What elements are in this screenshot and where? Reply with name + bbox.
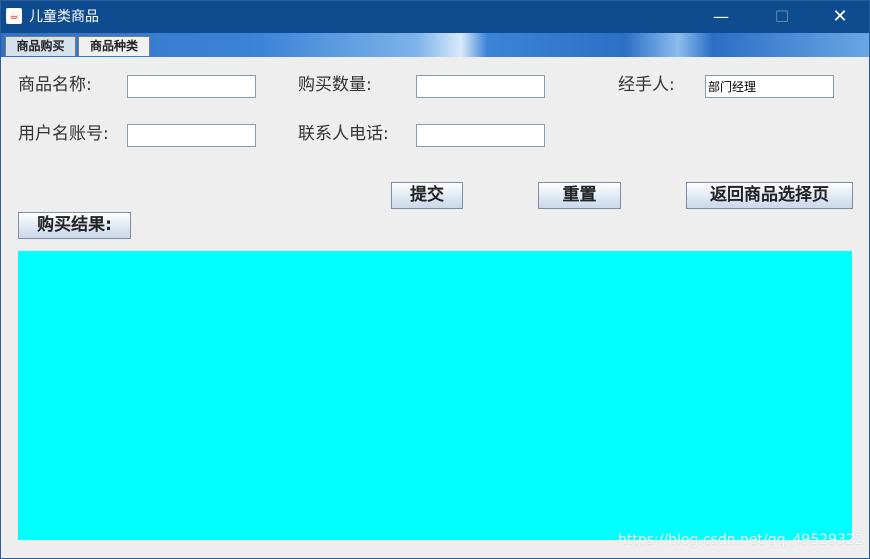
username-label: 用户名账号: xyxy=(18,124,109,144)
handler-input[interactable] xyxy=(705,75,834,98)
minimize-button[interactable]: — xyxy=(698,1,744,33)
reset-button[interactable]: 重置 xyxy=(538,182,621,209)
purchase-result-button[interactable]: 购买结果: xyxy=(18,212,131,239)
phone-label: 联系人电话: xyxy=(298,124,389,144)
watermark-text: https://blog.csdn.net/qq_49529322 xyxy=(618,532,864,548)
handler-label: 经手人: xyxy=(618,75,675,95)
phone-input[interactable] xyxy=(416,124,545,147)
product-name-input[interactable] xyxy=(127,75,256,98)
maximize-button[interactable]: ☐ xyxy=(759,1,805,33)
product-name-label: 商品名称: xyxy=(18,75,92,95)
close-button[interactable]: ✕ xyxy=(817,1,863,33)
java-cup-icon: ☕ xyxy=(6,8,22,24)
submit-button[interactable]: 提交 xyxy=(391,182,463,209)
tab-strip: 商品购买 商品种类 xyxy=(1,33,869,57)
quantity-label: 购买数量: xyxy=(298,75,372,95)
back-to-product-selection-button[interactable]: 返回商品选择页 xyxy=(686,182,853,209)
title-bar[interactable]: ☕ 儿童类商品 — ☐ ✕ xyxy=(1,1,869,33)
quantity-input[interactable] xyxy=(416,75,545,98)
username-input[interactable] xyxy=(127,124,256,147)
app-window: ☕ 儿童类商品 — ☐ ✕ 商品购买 商品种类 商品名称: 购买数量: 经手人:… xyxy=(0,0,870,559)
window-title: 儿童类商品 xyxy=(29,9,99,25)
tab-product-purchase[interactable]: 商品购买 xyxy=(5,36,76,56)
purchase-result-area xyxy=(18,251,852,540)
tab-product-category[interactable]: 商品种类 xyxy=(78,36,150,56)
